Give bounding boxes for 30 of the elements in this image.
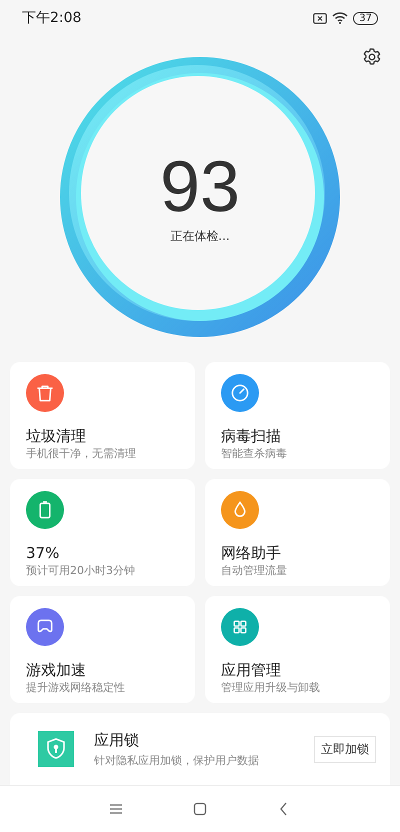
shield-lock-icon bbox=[38, 731, 74, 767]
lock-now-button[interactable]: 立即加锁 bbox=[314, 736, 376, 762]
sim-icon bbox=[313, 12, 328, 24]
feature-subtitle: 预计可用20小时3分钟 bbox=[26, 563, 136, 579]
app-lock-title: 应用锁 bbox=[94, 730, 140, 750]
score-caption: 正在体检... bbox=[170, 228, 230, 245]
battery-indicator: 37 bbox=[353, 12, 378, 24]
feature-title: 病毒扫描 bbox=[221, 426, 282, 446]
feature-card[interactable]: 病毒扫描 智能查杀病毒 bbox=[205, 362, 390, 469]
feature-subtitle: 管理应用升级与卸载 bbox=[221, 680, 321, 696]
feature-card[interactable]: 应用管理 管理应用升级与卸载 bbox=[205, 596, 390, 703]
feature-title: 37% bbox=[26, 543, 60, 563]
feature-title: 应用管理 bbox=[221, 660, 282, 680]
home-icon[interactable] bbox=[192, 801, 208, 817]
feature-card[interactable]: 垃圾清理 手机很干净，无需清理 bbox=[10, 362, 195, 469]
feature-card[interactable]: 37% 预计可用20小时3分钟 bbox=[10, 479, 195, 586]
score-value: 93 bbox=[160, 149, 240, 225]
feature-card[interactable]: 网络助手 自动管理流量 bbox=[205, 479, 390, 586]
settings-icon[interactable] bbox=[362, 47, 382, 67]
feature-title: 垃圾清理 bbox=[26, 426, 87, 446]
feature-title: 游戏加速 bbox=[26, 660, 87, 680]
status-time: 下午2:08 bbox=[22, 8, 82, 28]
feature-subtitle: 提升游戏网络稳定性 bbox=[26, 680, 126, 696]
feature-card[interactable]: 游戏加速 提升游戏网络稳定性 bbox=[10, 596, 195, 703]
feature-title: 网络助手 bbox=[221, 543, 282, 563]
app-lock-subtitle: 针对隐私应用加锁，保护用户数据 bbox=[94, 753, 260, 769]
feature-subtitle: 手机很干净，无需清理 bbox=[26, 446, 137, 462]
wifi-icon bbox=[332, 12, 348, 24]
feature-subtitle: 智能查杀病毒 bbox=[221, 446, 288, 462]
feature-subtitle: 自动管理流量 bbox=[221, 563, 288, 579]
